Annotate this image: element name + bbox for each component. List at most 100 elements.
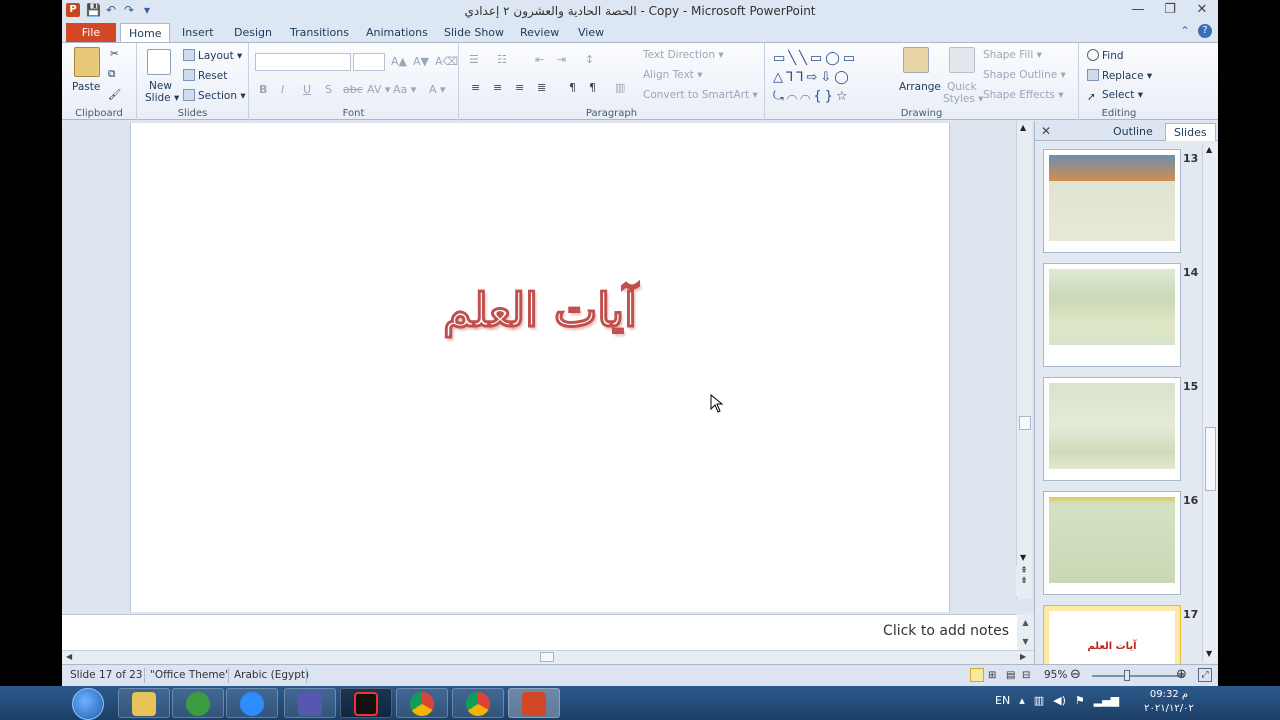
tab-design[interactable]: Design xyxy=(226,23,280,43)
align-text-button[interactable]: Align Text ▾ xyxy=(643,69,703,81)
text-direction-button[interactable]: Text Direction ▾ xyxy=(643,49,724,61)
shape-outline-button[interactable]: Shape Outline ▾ xyxy=(983,69,1066,81)
increase-indent-icon[interactable]: ⇥ xyxy=(557,53,566,66)
taskbar-chrome-2[interactable] xyxy=(452,688,504,718)
action-center-icon[interactable]: ⚑ xyxy=(1075,694,1085,707)
underline-button[interactable]: U xyxy=(303,83,311,96)
horizontal-scroll-thumb[interactable] xyxy=(540,652,554,662)
section-button[interactable]: Section ▾ xyxy=(183,89,246,102)
next-slide-icon[interactable]: ⇟ xyxy=(1016,576,1032,586)
change-case-button[interactable]: Aa ▾ xyxy=(393,83,416,96)
previous-slide-icon[interactable]: ⇞ xyxy=(1016,566,1032,576)
grow-font-icon[interactable]: A▲ xyxy=(391,55,407,68)
tray-chevron-icon[interactable]: ▴ xyxy=(1019,694,1025,707)
horizontal-scrollbar[interactable]: ◀ ▶ xyxy=(62,650,1034,664)
theme-name[interactable]: "Office Theme" xyxy=(150,669,230,681)
slide-thumbnail-17[interactable]: آيات العلم xyxy=(1043,605,1181,671)
slide-scroll-thumb[interactable] xyxy=(1019,416,1031,430)
tab-insert[interactable]: Insert xyxy=(174,23,222,43)
paste-button[interactable]: Paste xyxy=(72,81,100,93)
align-center-icon[interactable]: ≡ xyxy=(493,81,502,94)
language-indicator[interactable]: Arabic (Egypt) xyxy=(234,669,309,681)
reading-view-icon[interactable]: ▤ xyxy=(1006,670,1015,681)
zoom-out-icon[interactable]: ⊖ xyxy=(1070,667,1081,682)
bold-button[interactable]: B xyxy=(259,83,267,96)
select-button[interactable]: ➚ Select ▾ xyxy=(1087,89,1143,103)
slide-thumbnail-13[interactable] xyxy=(1043,149,1181,253)
shape-fill-button[interactable]: Shape Fill ▾ xyxy=(983,49,1042,61)
slide-sorter-icon[interactable]: ⊞ xyxy=(988,670,996,681)
zoom-in-icon[interactable]: ⊕ xyxy=(1176,667,1187,682)
find-button[interactable]: Find xyxy=(1087,49,1124,62)
network-icon[interactable]: ▥ xyxy=(1034,694,1044,707)
shapes-gallery[interactable]: ▭╲╲▭◯▭ △⅂⅂⇨⇩◯ ⤿⌒⌒{}☆ xyxy=(773,49,891,104)
tab-slide-show[interactable]: Slide Show xyxy=(436,23,512,43)
slide-show-icon[interactable]: ⊟ xyxy=(1022,670,1030,681)
tab-view[interactable]: View xyxy=(570,23,612,43)
tab-review[interactable]: Review xyxy=(512,23,567,43)
scroll-right-icon[interactable]: ▶ xyxy=(1020,652,1026,661)
slide-thumbnail-16[interactable] xyxy=(1043,491,1181,595)
pane-scroll-thumb[interactable] xyxy=(1205,427,1216,491)
numbering-icon[interactable]: ☷ xyxy=(497,53,507,66)
taskbar-recorder[interactable] xyxy=(340,688,392,718)
line-spacing-icon[interactable]: ↕ xyxy=(585,53,594,66)
font-color-button[interactable]: A ▾ xyxy=(429,83,446,96)
notes-scrollbar[interactable]: ▲ ▼ xyxy=(1017,614,1034,650)
close-button[interactable]: ✕ xyxy=(1194,2,1210,17)
minimize-button[interactable]: — xyxy=(1130,2,1146,17)
zoom-slider[interactable] xyxy=(1092,675,1184,677)
shrink-font-icon[interactable]: A▼ xyxy=(413,55,429,68)
scroll-left-icon[interactable]: ◀ xyxy=(66,652,72,661)
slide-thumbnail-14[interactable] xyxy=(1043,263,1181,367)
close-pane-icon[interactable]: ✕ xyxy=(1041,124,1051,138)
align-right-icon[interactable]: ≡ xyxy=(515,81,524,94)
notes-pane[interactable]: Click to add notes xyxy=(62,614,1017,650)
taskbar-zoom[interactable] xyxy=(226,688,278,718)
taskbar-file-explorer[interactable] xyxy=(118,688,170,718)
normal-view-icon[interactable] xyxy=(970,668,984,682)
notes-scroll-down-icon[interactable]: ▼ xyxy=(1017,637,1034,646)
pane-scroll-up-icon[interactable]: ▲ xyxy=(1206,145,1212,154)
scroll-down-icon[interactable]: ▼ xyxy=(1020,553,1026,562)
replace-button[interactable]: Replace ▾ xyxy=(1087,69,1152,82)
pane-scroll-down-icon[interactable]: ▼ xyxy=(1206,649,1212,658)
start-button-icon[interactable] xyxy=(72,688,104,720)
format-painter-icon[interactable]: 🖌 xyxy=(108,88,121,101)
ltr-icon[interactable]: ¶ xyxy=(569,81,576,94)
minimize-ribbon-icon[interactable]: ⌃ xyxy=(1180,24,1190,38)
italic-button[interactable]: I xyxy=(281,83,284,96)
copy-icon[interactable]: ⧉ xyxy=(108,68,116,81)
align-left-icon[interactable]: ≡ xyxy=(471,81,480,94)
columns-icon[interactable]: ▥ xyxy=(615,81,625,94)
tab-file[interactable]: File xyxy=(66,23,116,43)
taskbar-download-manager[interactable] xyxy=(172,688,224,718)
slide-vertical-scrollbar[interactable]: ▲ ▼ xyxy=(1016,121,1032,599)
slide-thumbnail-15[interactable] xyxy=(1043,377,1181,481)
layout-button[interactable]: Layout ▾ xyxy=(183,49,242,62)
rtl-icon[interactable]: ¶ xyxy=(589,81,596,94)
font-size-combo[interactable] xyxy=(353,53,385,71)
new-slide-button[interactable]: Slide ▾ xyxy=(145,92,179,104)
tab-transitions[interactable]: Transitions xyxy=(282,23,357,43)
help-icon[interactable]: ? xyxy=(1198,24,1212,38)
slide-title-text[interactable]: آيات العلم xyxy=(131,282,949,338)
taskbar-clock[interactable]: 09:32 م ٢٠٢١/١٢/٠٢ xyxy=(1140,688,1198,716)
taskbar-powerpoint[interactable] xyxy=(508,688,560,718)
arrange-button[interactable]: Arrange xyxy=(899,81,941,93)
reset-button[interactable]: Reset xyxy=(183,69,227,82)
text-shadow-button[interactable]: S xyxy=(325,83,332,96)
notes-placeholder[interactable]: Click to add notes xyxy=(883,623,1009,639)
restore-button[interactable]: ❐ xyxy=(1162,2,1178,17)
slide-canvas[interactable]: آيات العلم xyxy=(130,123,950,612)
font-name-combo[interactable] xyxy=(255,53,351,71)
slides-pane-scrollbar[interactable]: ▲ ▼ xyxy=(1202,143,1218,662)
strikethrough-button[interactable]: abc xyxy=(343,83,363,96)
tab-home[interactable]: Home xyxy=(120,23,171,43)
convert-smartart-button[interactable]: Convert to SmartArt ▾ xyxy=(643,89,758,101)
zoom-level[interactable]: 95% xyxy=(1044,669,1067,681)
justify-icon[interactable]: ≣ xyxy=(537,81,546,94)
tab-animations[interactable]: Animations xyxy=(358,23,436,43)
decrease-indent-icon[interactable]: ⇤ xyxy=(535,53,544,66)
cut-icon[interactable]: ✂ xyxy=(110,48,119,60)
